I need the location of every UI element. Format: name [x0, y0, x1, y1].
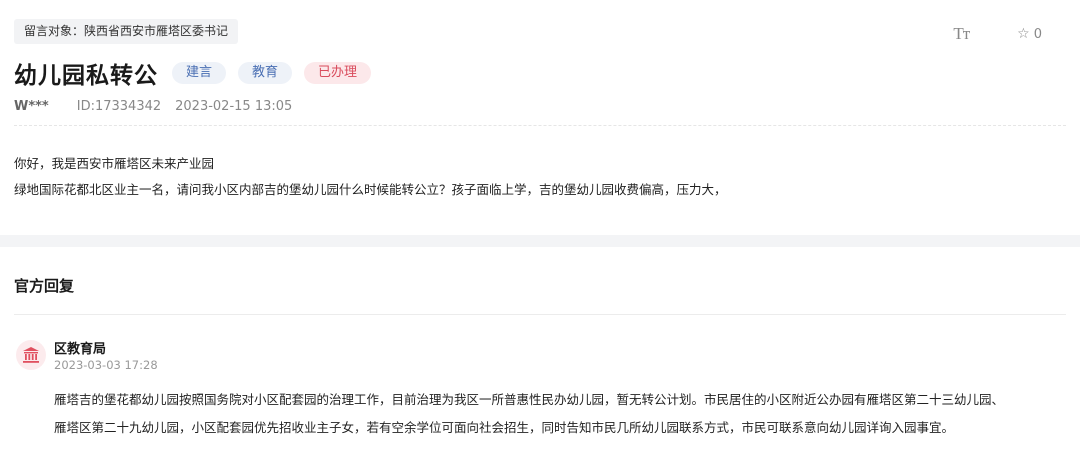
government-building-icon	[16, 340, 46, 370]
reply-time: 2023-03-03 17:28	[54, 358, 158, 372]
message-body: 你好，我是西安市雁塔区未来产业园 绿地国际花都北区业主一名，请问我小区内部吉的堡…	[14, 151, 727, 203]
divider	[14, 125, 1066, 126]
star-icon: ☆	[1017, 26, 1030, 42]
message-target-label: 留言对象：陕西省西安市雁塔区委书记	[14, 19, 239, 44]
reply-heading: 官方回复	[14, 277, 75, 295]
divider	[14, 314, 1066, 315]
toolbar: Tт ☆ 0	[953, 24, 1042, 44]
favorite-count: 0	[1033, 26, 1042, 42]
message-id: ID:17334342	[76, 99, 162, 114]
status-badge: 已办理	[304, 62, 372, 84]
title-row: 幼儿园私转公 建言 教育 已办理	[14, 56, 372, 90]
reply-body: 雁塔吉的堡花都幼儿园按照国务院对小区配套园的治理工作，目前治理为我区一所普惠性民…	[54, 386, 1064, 442]
author-name: W***	[14, 99, 49, 114]
reply-org-name: 区教育局	[54, 342, 107, 357]
message-body-line: 绿地国际花都北区业主一名，请问我小区内部吉的堡幼儿园什么时候能转公立？孩子面临上…	[14, 182, 727, 197]
tag-education: 教育	[238, 62, 293, 84]
reply-body-line: 雁塔区第二十九幼儿园，小区配套园优先招收业主子女，若有空余学位可面向社会招生，同…	[54, 420, 955, 435]
page-title: 幼儿园私转公	[14, 63, 158, 89]
font-size-icon[interactable]: Tт	[953, 24, 970, 44]
message-body-line: 你好，我是西安市雁塔区未来产业园	[14, 156, 215, 171]
reply-body-line: 雁塔吉的堡花都幼儿园按照国务院对小区配套园的治理工作，目前治理为我区一所普惠性民…	[54, 392, 1005, 407]
tag-suggestion: 建言	[172, 62, 227, 84]
message-datetime: 2023-02-15 13:05	[175, 99, 293, 114]
message-meta: W*** ID:17334342 2023-02-15 13:05	[14, 99, 292, 114]
section-separator	[0, 235, 1080, 247]
message-card: 留言对象：陕西省西安市雁塔区委书记 Tт ☆ 0 幼儿园私转公 建言 教育 已办…	[0, 0, 1080, 235]
favorite-button[interactable]: ☆ 0	[1017, 26, 1042, 42]
